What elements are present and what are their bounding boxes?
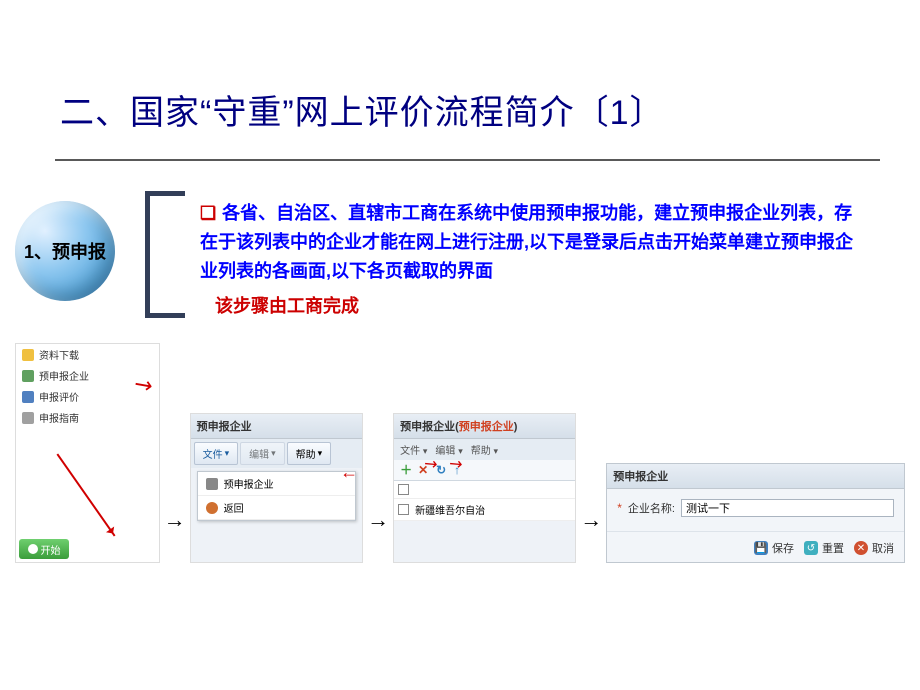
bracket-col [145,191,185,318]
file-menu-button[interactable]: 文件▾ [194,442,239,465]
sidebar-label: 申报评价 [39,389,79,404]
annotation-arrow-icon: ← [340,462,358,483]
title-underline [55,159,880,161]
list-row[interactable]: 新疆维吾尔自治 [394,499,575,521]
save-button[interactable]: 💾 保存 [754,540,794,556]
dd-label: 预申报企业 [224,476,274,491]
reset-icon: ↺ [804,541,818,555]
data-list: 新疆维吾尔自治 [394,481,575,521]
add-icon[interactable]: ＋ [400,464,412,476]
step-sphere: 1、预申报 [15,201,115,301]
screenshot-sidebar: 资料下载 预申报企业 申报评价 申报指南 ↘ 开始 [15,343,160,563]
start-icon [28,544,38,554]
checkbox[interactable] [398,484,409,495]
screenshot-dropdown: 预申报企业 文件▾ 编辑▾ 帮助▾ 预申报企业 返回 ← [190,413,364,563]
description-box: ❏各省、自治区、直辖市工商在系统中使用预申报功能，建立预申报企业列表，存在于该列… [185,191,880,318]
toolbar: 文件▾ 编辑▾ 帮助▾ [191,439,363,468]
description-body: 各省、自治区、直辖市工商在系统中使用预申报功能，建立预申报企业列表，存在于该列表… [200,203,853,281]
start-label: 开始 [41,542,61,557]
list-cell: 新疆维吾尔自治 [415,502,485,517]
save-icon: 💾 [754,541,768,555]
sidebar-label: 资料下载 [39,347,79,362]
cancel-icon: ✕ [854,541,868,555]
screenshot-form: 预申报企业 * 企业名称: 测试一下 💾 保存 ↺ 重置 ✕ 取消 [606,463,905,563]
dd-label: 返回 [224,500,244,515]
back-icon [206,502,218,514]
sidebar-label: 预申报企业 [39,368,89,383]
flow-arrow-icon: → [580,507,602,563]
sphere-label: 1、预申报 [24,238,106,264]
help-menu-button[interactable]: 帮助 ▾ [471,442,498,457]
dropdown-caret-icon: ▾ [458,446,463,456]
reset-button[interactable]: ↺ 重置 [804,540,844,556]
cancel-label: 取消 [872,540,894,556]
description-text: ❏各省、自治区、直辖市工商在系统中使用预申报功能，建立预申报企业列表，存在于该列… [185,191,880,290]
content-row: 1、预申报 ❏各省、自治区、直辖市工商在系统中使用预申报功能，建立预申报企业列表… [0,191,920,318]
flow-arrow-icon: → [367,507,389,563]
file-label: 文件 [203,446,223,461]
sidebar-item-guide[interactable]: 申报指南 [16,407,159,428]
reset-label: 重置 [822,540,844,556]
header-highlight: 预申报企业 [459,421,514,433]
dropdown-caret-icon: ▾ [225,448,230,459]
bracket-top [145,191,185,196]
checkbox[interactable] [398,504,409,515]
doc-icon [22,370,34,382]
dropdown-caret-icon: ▾ [318,448,323,459]
flow-arrow-icon: → [164,507,186,563]
file-dropdown: 预申报企业 返回 [197,471,357,521]
slide-title-area: 二、国家“守重”网上评价流程简介〔1〕 [0,0,920,149]
cancel-button[interactable]: ✕ 取消 [854,540,894,556]
star-icon [22,391,34,403]
help-menu-button[interactable]: 帮助▾ [287,442,332,465]
start-button[interactable]: 开始 [19,539,69,559]
header-main: 预申报企业( [400,421,459,433]
edit-label: 编辑 [249,446,269,461]
dropdown-caret-icon: ▾ [494,446,499,456]
company-name-input[interactable]: 测试一下 [681,499,894,517]
panel-header: 预申报企业(预申报企业) [394,414,575,439]
input-value: 测试一下 [686,500,730,516]
slide-title: 二、国家“守重”网上评价流程简介〔1〕 [60,85,880,134]
dropdown-item-back[interactable]: 返回 [198,496,356,520]
panel-header: 预申报企业 [607,464,904,489]
screenshots-row: 资料下载 预申报企业 申报评价 申报指南 ↘ 开始 → 预申报企业 文件▾ 编辑… [0,318,920,563]
help-label: 帮助 [296,446,316,461]
header-close: ) [514,421,518,433]
field-label: 企业名称: [628,500,675,516]
required-star-icon: * [617,501,622,515]
panel-header: 预申报企业 [191,414,363,439]
sub-note: 该步骤由工商完成 [185,292,880,318]
doc-icon [206,478,218,490]
dropdown-item-preapply[interactable]: 预申报企业 [198,472,356,496]
button-row: 💾 保存 ↺ 重置 ✕ 取消 [607,531,904,560]
sidebar-item-download[interactable]: 资料下载 [16,344,159,365]
form-row: * 企业名称: 测试一下 [607,489,904,521]
bracket-bottom [145,313,185,318]
list-header-row [394,481,575,499]
sidebar-label: 申报指南 [39,410,79,425]
edit-menu-button[interactable]: 编辑▾ [240,442,285,465]
screenshot-list: 预申报企业(预申报企业) 文件 ▾ 编辑 ▾ 帮助 ▾ ＋ ✕ ↻ ↑ 新疆维吾… [393,413,576,563]
save-label: 保存 [772,540,794,556]
annotation-line [57,454,116,537]
bullet-icon: ❏ [200,203,216,223]
file-menu-button[interactable]: 文件 ▾ [400,442,427,457]
bracket-vert [145,196,150,313]
book-icon [22,412,34,424]
folder-icon [22,349,34,361]
dropdown-caret-icon: ▾ [271,448,276,459]
